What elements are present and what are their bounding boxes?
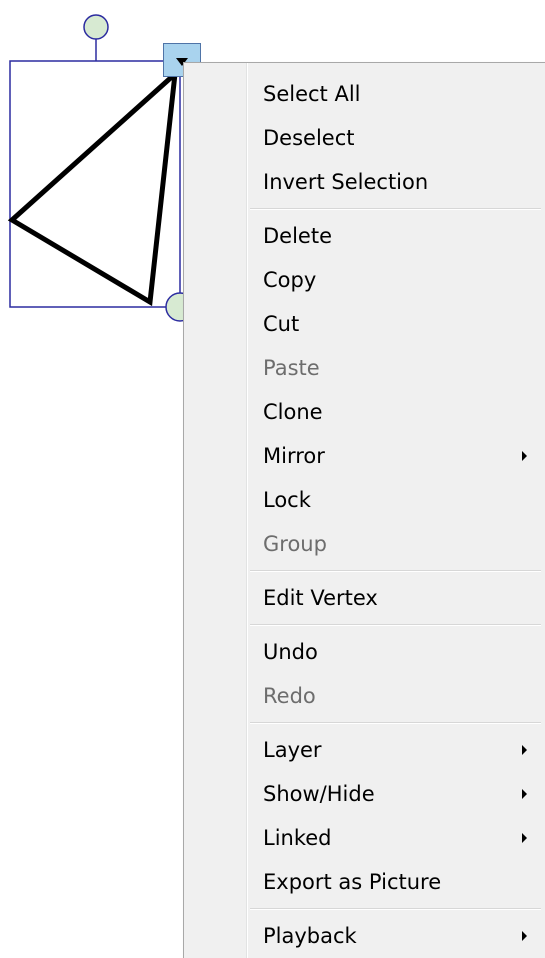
menu-item-label: Linked [263, 826, 332, 850]
menu-separator [184, 204, 545, 214]
triangle-shape[interactable] [7, 67, 179, 307]
menu-item-label: Playback [263, 924, 357, 948]
menu-item-show-hide[interactable]: Show/Hide [184, 772, 545, 816]
menu-item-export-as-picture[interactable]: Export as Picture [184, 860, 545, 904]
menu-item-label: Mirror [263, 444, 325, 468]
menu-item-lock[interactable]: Lock [184, 478, 545, 522]
menu-item-mirror[interactable]: Mirror [184, 434, 545, 478]
menu-item-label: Select All [263, 82, 361, 106]
menu-item-copy[interactable]: Copy [184, 258, 545, 302]
menu-item-select-all[interactable]: Select All [184, 72, 545, 116]
menu-item-label: Lock [263, 488, 311, 512]
menu-item-label: Delete [263, 224, 332, 248]
rotation-handle[interactable] [83, 14, 109, 40]
menu-item-label: Group [263, 532, 327, 556]
menu-item-clone[interactable]: Clone [184, 390, 545, 434]
menu-separator [184, 904, 545, 914]
menu-item-paste: Paste [184, 346, 545, 390]
menu-item-redo: Redo [184, 674, 545, 718]
menu-item-label: Redo [263, 684, 316, 708]
menu-item-edit-vertex[interactable]: Edit Vertex [184, 576, 545, 620]
menu-item-label: Cut [263, 312, 300, 336]
submenu-arrow-icon [522, 931, 527, 941]
menu-item-label: Edit Vertex [263, 586, 378, 610]
submenu-arrow-icon [522, 789, 527, 799]
menu-item-linked[interactable]: Linked [184, 816, 545, 860]
submenu-arrow-icon [522, 745, 527, 755]
menu-item-label: Invert Selection [263, 170, 429, 194]
menu-item-playback[interactable]: Playback [184, 914, 545, 958]
menu-item-delete[interactable]: Delete [184, 214, 545, 258]
menu-item-cut[interactable]: Cut [184, 302, 545, 346]
menu-item-undo[interactable]: Undo [184, 630, 545, 674]
menu-separator [184, 620, 545, 630]
menu-item-label: Export as Picture [263, 870, 442, 894]
menu-items: Select All Deselect Invert Selection Delete… [184, 72, 545, 958]
submenu-arrow-icon [522, 451, 527, 461]
menu-item-label: Undo [263, 640, 318, 664]
menu-item-label: Paste [263, 356, 320, 380]
menu-item-label: Layer [263, 738, 322, 762]
menu-item-label: Deselect [263, 126, 355, 150]
menu-item-layer[interactable]: Layer [184, 728, 545, 772]
context-menu: Select All Deselect Invert Selection Delete… [183, 62, 545, 958]
menu-separator [184, 566, 545, 576]
submenu-arrow-icon [522, 833, 527, 843]
menu-item-invert-selection[interactable]: Invert Selection [184, 160, 545, 204]
menu-item-deselect[interactable]: Deselect [184, 116, 545, 160]
menu-item-label: Copy [263, 268, 317, 292]
menu-item-label: Clone [263, 400, 323, 424]
selected-shape[interactable] [0, 0, 205, 330]
menu-separator [184, 718, 545, 728]
menu-item-label: Show/Hide [263, 782, 375, 806]
menu-item-group: Group [184, 522, 545, 566]
